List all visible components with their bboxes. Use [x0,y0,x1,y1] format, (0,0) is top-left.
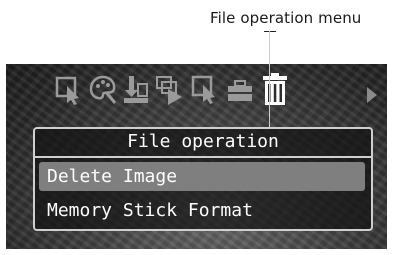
memory-stick-format-menu-item[interactable]: Memory Stick Format [39,196,365,225]
callout-leader-line [269,31,270,129]
camera-screen: File operation Delete Image Memory Stick… [6,64,387,249]
callout-leader-tick [264,31,276,32]
next-arrow-icon[interactable] [363,79,381,111]
file-operation-menu: File operation Delete Image Memory Stick… [33,127,373,231]
zoom-select-icon[interactable] [190,72,220,106]
callout-label: File operation menu [210,9,362,27]
menu-title: File operation [35,129,371,158]
trash-icon[interactable] [260,72,290,106]
import-icon[interactable] [121,72,151,106]
toolbar [6,72,387,112]
slideshow-icon[interactable] [155,72,185,106]
delete-image-menu-item[interactable]: Delete Image [39,162,365,191]
select-icon[interactable] [53,72,83,106]
briefcase-icon[interactable] [225,72,255,106]
palette-icon[interactable] [88,72,118,106]
